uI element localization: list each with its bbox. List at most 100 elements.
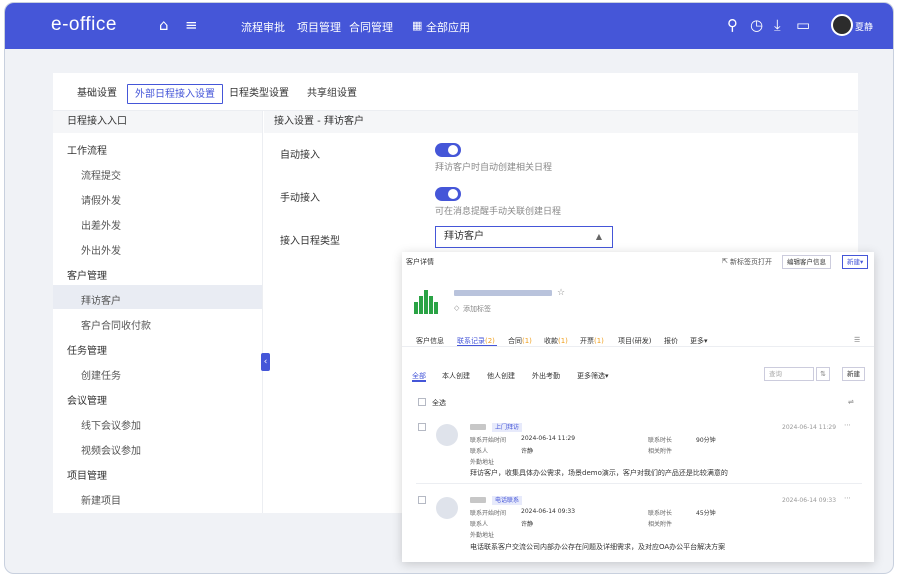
- record-field-label: 联系时长: [648, 437, 673, 444]
- app-logo[interactable]: e-office: [51, 14, 117, 36]
- group-task: 任务管理: [67, 346, 107, 357]
- group-workflow: 工作流程: [67, 146, 107, 157]
- record-checkbox[interactable]: [418, 496, 426, 504]
- manual-label: 手动接入: [280, 193, 320, 204]
- record-field-label: 外勤地址: [470, 459, 495, 466]
- customer-detail-popup: 客户详情 ⇱ 新标签页打开 编辑客户信息 新建▾ ☆ ◇ 添加标签 客户信息 联…: [402, 252, 874, 562]
- type-select[interactable]: 拜访客户 ▲: [435, 226, 613, 248]
- menu-icon[interactable]: ≡: [185, 16, 198, 34]
- record-field-label: 联系人: [470, 521, 489, 528]
- apps-grid-icon[interactable]: ▦: [412, 19, 422, 32]
- ptab-project[interactable]: 项目(研发): [618, 336, 651, 346]
- collapse-handle[interactable]: ‹: [261, 353, 270, 371]
- entry-item[interactable]: 视频会议参加: [81, 442, 141, 457]
- nav-workflow[interactable]: 流程审批: [241, 19, 285, 35]
- home-icon[interactable]: ⌂: [159, 16, 169, 34]
- entry-item[interactable]: 新建项目: [81, 492, 121, 507]
- download-icon[interactable]: ⤓: [774, 16, 781, 34]
- type-select-value: 拜访客户: [444, 231, 484, 242]
- entry-item[interactable]: 流程提交: [81, 167, 121, 182]
- status-badge: 上门拜访: [492, 423, 523, 432]
- popup-title: 客户详情: [406, 258, 434, 266]
- record-field-label: 外勤地址: [470, 532, 495, 539]
- record-field-label: 联系时长: [648, 510, 673, 517]
- entry-item[interactable]: 线下会议参加: [81, 417, 141, 432]
- more-icon[interactable]: ⋯: [844, 421, 851, 429]
- type-label: 接入日程类型: [280, 236, 340, 247]
- record-field-value: 许静: [521, 448, 534, 455]
- nav-contract[interactable]: 合同管理: [349, 19, 393, 35]
- record-field-label: 相关附件: [648, 521, 673, 528]
- auto-desc: 拜访客户时自动创建相关日程: [435, 163, 553, 173]
- record-field-label: 联系人: [470, 448, 489, 455]
- record-field-value: 45分钟: [696, 510, 716, 517]
- contact-name-redacted: [470, 497, 486, 503]
- open-new-tab-link[interactable]: 新标签页打开: [730, 257, 772, 267]
- avatar: [436, 424, 458, 446]
- auto-toggle[interactable]: [435, 143, 461, 157]
- nav-project[interactable]: 项目管理: [297, 19, 341, 35]
- new-record-button[interactable]: 新建: [842, 367, 865, 381]
- entry-item-visit[interactable]: 拜访客户: [81, 292, 121, 307]
- group-project: 项目管理: [67, 471, 107, 482]
- subtab-attendance[interactable]: 外出考勤: [532, 371, 560, 381]
- entry-item[interactable]: 创建任务: [81, 367, 121, 382]
- new-dropdown-button[interactable]: 新建▾: [842, 255, 869, 269]
- select-all-label: 全选: [432, 399, 446, 407]
- record-content: 电话联系客户交流公司内部办公存在问题及详细需求，及对应OA办公平台解决方案: [470, 543, 726, 551]
- tab-share[interactable]: 共享组设置: [307, 84, 357, 104]
- caret-up-icon: ▲: [595, 232, 602, 241]
- subtab-mine[interactable]: 本人创建: [442, 371, 470, 381]
- edit-customer-button[interactable]: 编辑客户信息: [782, 255, 831, 269]
- add-tag-link[interactable]: 添加标签: [463, 304, 491, 314]
- tab-external[interactable]: 外部日程接入设置: [127, 84, 223, 104]
- list-settings-icon[interactable]: ⇌: [848, 398, 854, 406]
- entry-item[interactable]: 请假外发: [81, 192, 121, 207]
- nav-all-apps[interactable]: 全部应用: [426, 19, 470, 35]
- ptab-receipt[interactable]: 收款(1): [544, 336, 568, 346]
- more-icon[interactable]: ⋯: [844, 494, 851, 502]
- clock-icon[interactable]: ◷: [750, 16, 763, 34]
- manual-toggle[interactable]: [435, 187, 461, 201]
- star-icon[interactable]: ☆: [557, 288, 565, 298]
- company-logo: [414, 290, 440, 314]
- record-field-value: 许静: [521, 521, 534, 528]
- record-field-label: 相关附件: [648, 448, 673, 455]
- user-name[interactable]: 夏静: [855, 20, 873, 33]
- record-time: 2024-06-14 11:29: [782, 424, 837, 431]
- entry-item[interactable]: 出差外发: [81, 217, 121, 232]
- tab-type[interactable]: 日程类型设置: [229, 84, 289, 104]
- avatar: [436, 497, 458, 519]
- select-all-checkbox[interactable]: [418, 398, 426, 406]
- record-field-label: 联系开始时间: [470, 437, 507, 444]
- filter-icon[interactable]: ⇅: [816, 367, 830, 381]
- settings-icon[interactable]: ☰: [854, 336, 860, 344]
- settings-header: 接入设置 - 拜访客户: [264, 111, 858, 133]
- entry-item[interactable]: 外出外发: [81, 242, 121, 257]
- open-new-tab-icon[interactable]: ⇱: [722, 257, 728, 265]
- search-icon[interactable]: ⚲: [727, 16, 738, 34]
- avatar[interactable]: [831, 14, 853, 36]
- record-checkbox[interactable]: [418, 423, 426, 431]
- record-time: 2024-06-14 09:33: [782, 497, 837, 504]
- ptab-contract[interactable]: 合同(1): [508, 336, 532, 346]
- ptab-info[interactable]: 客户信息: [416, 336, 444, 346]
- ptab-invoice[interactable]: 开票(1): [580, 336, 604, 346]
- subtab-more-filter[interactable]: 更多筛选▾: [577, 371, 609, 381]
- top-navbar: e-office ⌂ ≡ 流程审批 项目管理 合同管理 ▦ 全部应用 ⚲ ◷ ⤓…: [5, 3, 893, 49]
- record-field-value: 2024-06-14 09:33: [521, 508, 576, 515]
- document-icon[interactable]: ▭: [796, 16, 810, 34]
- entry-list: 日程接入入口 工作流程 流程提交 请假外发 出差外发 外出外发 客户管理 拜访客…: [53, 111, 263, 513]
- search-input[interactable]: 查询: [764, 367, 814, 381]
- subtab-others[interactable]: 他人创建: [487, 371, 515, 381]
- tab-basic[interactable]: 基础设置: [77, 84, 117, 104]
- ptab-more[interactable]: 更多▾: [690, 336, 708, 346]
- ptab-quote[interactable]: 报价: [664, 336, 678, 346]
- subtab-underline: [412, 380, 426, 382]
- entry-item[interactable]: 客户合同收付款: [81, 317, 151, 332]
- group-meeting: 会议管理: [67, 396, 107, 407]
- group-customer: 客户管理: [67, 271, 107, 282]
- tab-divider: [402, 346, 874, 347]
- record-field-label: 联系开始时间: [470, 510, 507, 517]
- app-window: e-office ⌂ ≡ 流程审批 项目管理 合同管理 ▦ 全部应用 ⚲ ◷ ⤓…: [4, 2, 894, 574]
